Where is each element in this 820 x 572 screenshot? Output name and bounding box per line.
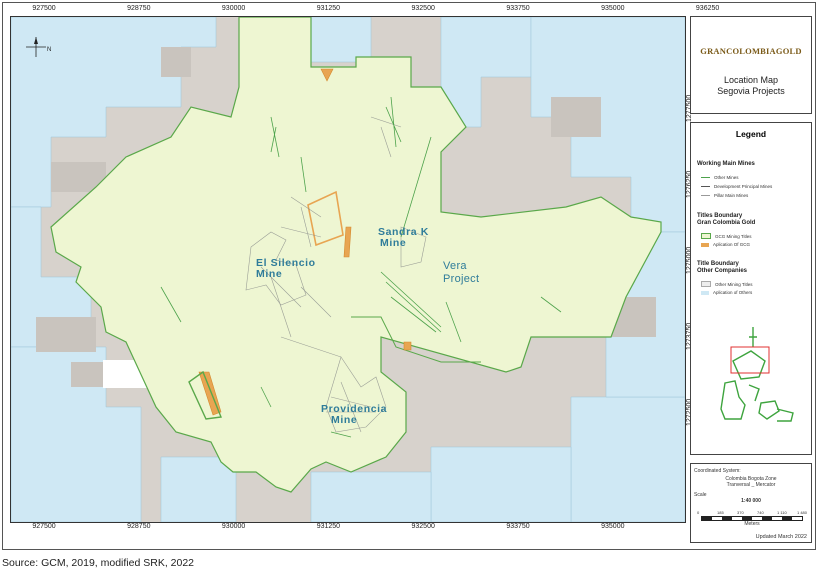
legend-item: GCG Mining Titles xyxy=(701,233,752,239)
legend-item: Development Principal Mines xyxy=(701,184,772,189)
company-logo: GRANCOLOMBIAGOLD xyxy=(700,46,802,56)
label-el-silencio: El Silencio Mine xyxy=(256,257,316,280)
scale-tick-label: 1 110 xyxy=(777,510,787,515)
map-view[interactable]: N El Silencio Mine Sandra K Mine Vera Pr… xyxy=(10,16,686,523)
scale-ticks: 0 185 370 740 1 110 1 480 xyxy=(697,510,807,516)
x-tick-label: 933750 xyxy=(506,523,530,530)
label-sandra-k: Sandra K Mine xyxy=(378,226,429,249)
map-side-panel: GRANCOLOMBIAGOLD Location Map Segovia Pr… xyxy=(690,16,812,543)
legend-item: Aplication Of GCG xyxy=(701,242,750,247)
coord-header: Coordinated System: xyxy=(694,468,741,474)
legend-title: Legend xyxy=(735,129,767,139)
x-tick-label: 930000 xyxy=(221,523,246,530)
north-arrow-label: N xyxy=(47,47,51,53)
x-tick-label: 931250 xyxy=(316,5,341,12)
legend-item: Other Mines xyxy=(701,175,739,180)
x-tick-label: 927500 xyxy=(32,5,56,12)
map-title: Location Map Segovia Projects xyxy=(717,75,785,96)
scale-tick-label: 1 480 xyxy=(797,510,808,515)
x-tick-label: 931250 xyxy=(316,523,341,530)
x-tick-label: 935000 xyxy=(601,5,625,12)
x-tick-label: 936250 xyxy=(695,5,720,12)
coord-line2: Tranversal _ Mercator xyxy=(726,482,776,488)
x-tick-label: 932500 xyxy=(411,523,435,530)
label-vera: Vera Project xyxy=(443,260,480,285)
inset-map xyxy=(720,327,794,422)
legend-other-section: Title Boundary Other Companies xyxy=(697,261,748,274)
x-tick-label: 930000 xyxy=(221,5,246,12)
scale-tick-label: 185 xyxy=(717,510,724,515)
label-providencia: Providencia Mine xyxy=(321,403,388,426)
x-tick-label: 933750 xyxy=(506,5,530,12)
scale-tick-label: 0 xyxy=(697,510,700,515)
x-tick-label: 932500 xyxy=(411,5,435,12)
x-tick-label: 935000 xyxy=(601,523,625,530)
scale-units: Meters xyxy=(744,521,760,527)
scale-ratio: 1:40 000 xyxy=(741,498,761,504)
legend-titles-section: Titles Boundary Gran Colombia Gold xyxy=(697,213,756,226)
x-tick-label: 928750 xyxy=(127,5,151,12)
scale-tick-label: 740 xyxy=(757,510,764,515)
title-box: GRANCOLOMBIAGOLD Location Map Segovia Pr… xyxy=(690,16,812,114)
x-tick-label: 928750 xyxy=(127,523,151,530)
scale-tick-label: 370 xyxy=(737,510,744,515)
legend-box: Legend Working Main Mines Other Mines De… xyxy=(690,122,812,455)
map-canvas: N xyxy=(11,17,685,522)
legend-working-section: Working Main Mines xyxy=(697,161,755,167)
legend-item: Pillar Main Mines xyxy=(701,193,748,198)
updated-date: Updated March 2022 xyxy=(755,534,807,540)
coordinate-box: Coordinated System: Colombia Bogota Zone… xyxy=(690,463,812,543)
figure-caption: Source: GCM, 2019, modified SRK, 2022 xyxy=(2,557,195,569)
legend-item: Aplication of Others xyxy=(701,290,752,295)
x-tick-label: 927500 xyxy=(32,523,56,530)
legend-item: Other Mining Titles xyxy=(701,281,753,287)
